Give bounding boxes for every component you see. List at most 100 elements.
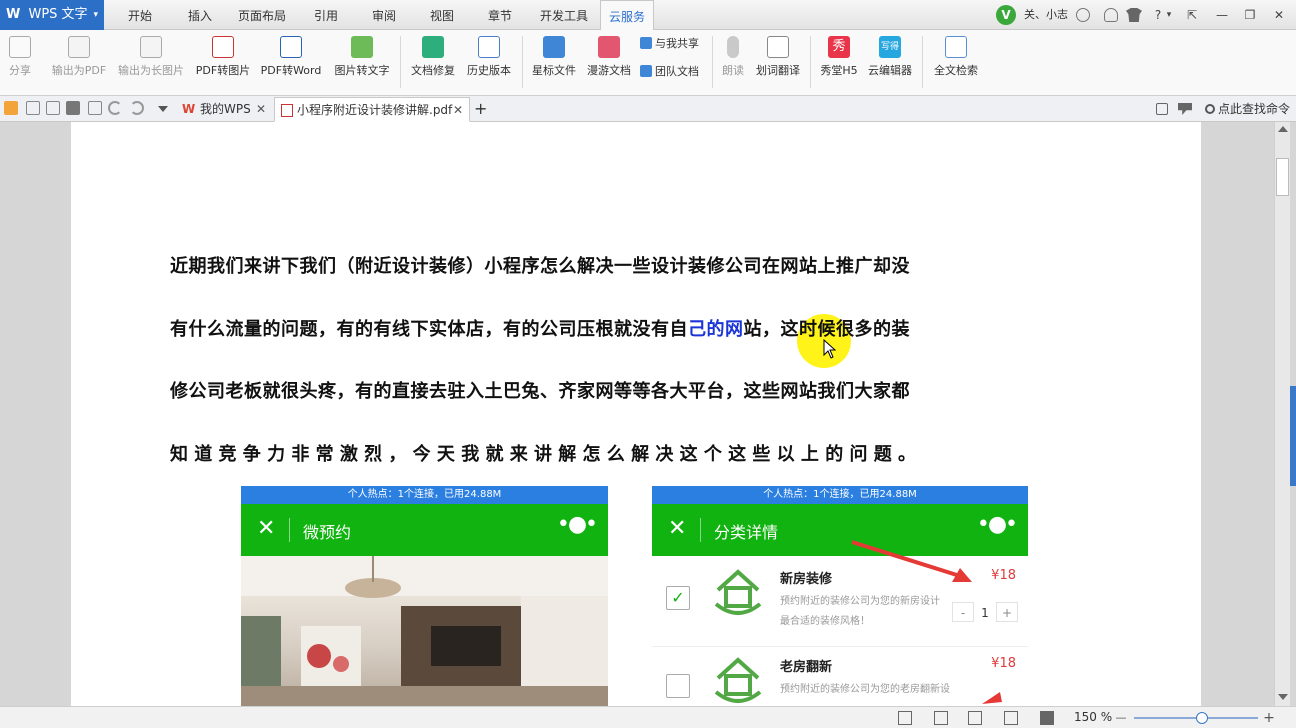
checkbox-unchecked	[666, 674, 690, 698]
paragraph-text: 站，这时候很多的装	[743, 319, 910, 340]
close-tab-icon[interactable]: ✕	[453, 98, 463, 122]
document-viewport[interactable]	[0, 122, 1274, 706]
xiutang-icon: 秀	[828, 36, 850, 58]
export-long-image-icon	[140, 36, 162, 58]
pdf-to-image-button[interactable]: PDF转图片	[192, 34, 254, 90]
share-label: 分享	[9, 64, 31, 77]
word-translate-button[interactable]: 划词翻译	[752, 34, 804, 90]
restore-ribbon-icon[interactable]: ⇱	[1182, 0, 1202, 30]
interior-illustration	[241, 556, 608, 706]
translate-icon	[767, 36, 789, 58]
item-name: 新房装修	[780, 572, 833, 587]
close-icon: ✕	[257, 516, 276, 541]
scroll-up-icon[interactable]	[1278, 126, 1288, 132]
menu-tab-home[interactable]: 开始	[118, 0, 162, 30]
zoom-level[interactable]: 150 %	[1074, 710, 1112, 724]
maximize-button[interactable]: ❐	[1240, 0, 1260, 30]
xiutang-h5-button[interactable]: 秀 秀堂H5	[816, 34, 862, 90]
ribbon-divider	[400, 36, 401, 88]
document-repair-button[interactable]: 文档修复	[406, 34, 460, 90]
red-arrow-icon	[982, 692, 1002, 704]
close-window-button[interactable]: ✕	[1268, 0, 1290, 30]
reading-mode-icon[interactable]	[1040, 711, 1054, 725]
print-preview-icon[interactable]	[88, 101, 102, 115]
cloud-editor-button[interactable]: 写得 云编辑器	[864, 34, 916, 90]
mouse-pointer-icon	[823, 339, 837, 359]
history-version-button[interactable]: 历史版本	[462, 34, 516, 90]
export-pdf-button[interactable]: 输出为PDF	[48, 34, 110, 90]
export-long-image-button[interactable]: 输出为长图片	[114, 34, 188, 90]
export-pdf-label: 输出为PDF	[51, 64, 107, 77]
item-description: 预约附近的装修公司为您的老房翻新设	[780, 684, 950, 695]
fulltext-search-button[interactable]: 全文检索	[928, 34, 984, 90]
menu-tab-references[interactable]: 引用	[304, 0, 348, 30]
menu-tab-developer[interactable]: 开发工具	[534, 0, 594, 30]
new-tab-button[interactable]: +	[474, 97, 490, 122]
redo-icon[interactable]	[130, 101, 144, 115]
paragraph-line-1: 近期我们来讲下我们（附近设计装修）小程序怎么解决一些设计装修公司在网站上推广却没	[170, 256, 910, 277]
zoom-out-button[interactable]: —	[1114, 711, 1128, 725]
zoom-in-button[interactable]: +	[1262, 711, 1276, 725]
menu-tab-insert[interactable]: 插入	[178, 0, 222, 30]
continuous-page-icon[interactable]	[968, 711, 982, 725]
minimize-button[interactable]: —	[1212, 0, 1232, 30]
zoom-slider-handle[interactable]	[1196, 712, 1208, 724]
shared-with-me-button[interactable]: 与我共享	[640, 36, 699, 52]
scroll-down-icon[interactable]	[1278, 694, 1288, 700]
starred-files-label: 星标文件	[532, 64, 576, 77]
menu-tab-chapter[interactable]: 章节	[478, 0, 522, 30]
starred-files-button[interactable]: 星标文件	[528, 34, 580, 90]
pdf-file-icon	[281, 104, 293, 117]
vertical-scrollbar[interactable]	[1274, 122, 1290, 706]
close-tab-icon[interactable]: ✕	[256, 97, 266, 121]
app-title: WPS 文字	[28, 7, 88, 22]
house-icon	[714, 569, 762, 615]
tab-my-wps[interactable]: W 我的WPS ✕	[178, 97, 272, 122]
read-aloud-button[interactable]: 朗读	[716, 34, 750, 90]
user-name[interactable]: 关、小志	[1024, 0, 1068, 30]
save-icon[interactable]	[26, 101, 40, 115]
pdf-to-word-button[interactable]: PDF转Word	[256, 34, 326, 90]
tab-active-document[interactable]: 小程序附近设计装修讲解.pdf ✕	[274, 97, 470, 122]
menu-tab-cloud-service[interactable]: 云服务	[600, 0, 654, 31]
skin-icon[interactable]	[1104, 8, 1118, 22]
app-menu-caret-icon: ▾	[93, 10, 98, 20]
plus-button: +	[996, 602, 1018, 622]
fit-page-icon[interactable]	[898, 711, 912, 725]
help-caret-icon[interactable]: ▾	[1164, 0, 1174, 30]
quick-access-dropdown-icon[interactable]	[158, 106, 168, 112]
menu-tab-view[interactable]: 视图	[420, 0, 464, 30]
list-divider	[652, 646, 1028, 647]
team-docs-button[interactable]: 团队文档	[640, 64, 699, 80]
command-search[interactable]: 点此查找命令	[1204, 96, 1290, 122]
menu-tab-review[interactable]: 审阅	[362, 0, 406, 30]
save-as-icon[interactable]	[46, 101, 60, 115]
nav-divider	[289, 518, 290, 542]
quantity-value: 1	[981, 606, 989, 620]
wps-app-menu-button[interactable]: W WPS 文字 ▾	[0, 0, 104, 30]
single-page-icon[interactable]	[934, 711, 948, 725]
image-to-text-label: 图片转文字	[334, 64, 390, 77]
avatar[interactable]	[1076, 8, 1090, 22]
phone-status-bar: 个人热点：1个连接，已用24.88M	[241, 486, 608, 504]
document-tab-bar: W 我的WPS ✕ 小程序附近设计装修讲解.pdf ✕ + 点此查找命令	[0, 96, 1296, 122]
open-folder-icon[interactable]	[4, 101, 18, 115]
list-item: 老房翻新 ¥18 预约附近的装修公司为您的老房翻新设	[652, 650, 1028, 706]
image-to-text-button[interactable]: 图片转文字	[330, 34, 394, 90]
user-vip-badge-icon[interactable]: V	[996, 5, 1016, 25]
doc-settings-icon[interactable]	[1156, 103, 1168, 115]
tshirt-icon[interactable]	[1126, 8, 1142, 22]
double-page-icon[interactable]	[1004, 711, 1018, 725]
feedback-icon[interactable]	[1178, 103, 1192, 115]
word-translate-label: 划词翻译	[756, 64, 800, 77]
undo-icon[interactable]	[108, 101, 122, 115]
item-name: 老房翻新	[780, 660, 833, 675]
share-button[interactable]: 分享	[4, 34, 36, 90]
scroll-thumb[interactable]	[1276, 158, 1289, 196]
print-icon[interactable]	[66, 101, 80, 115]
menu-tab-page-layout[interactable]: 页面布局	[232, 0, 292, 30]
roaming-docs-button[interactable]: 漫游文档	[582, 34, 636, 90]
side-panel-toggle[interactable]	[1290, 386, 1296, 486]
read-aloud-label: 朗读	[722, 64, 744, 77]
phone-title: 微预约	[303, 523, 352, 542]
